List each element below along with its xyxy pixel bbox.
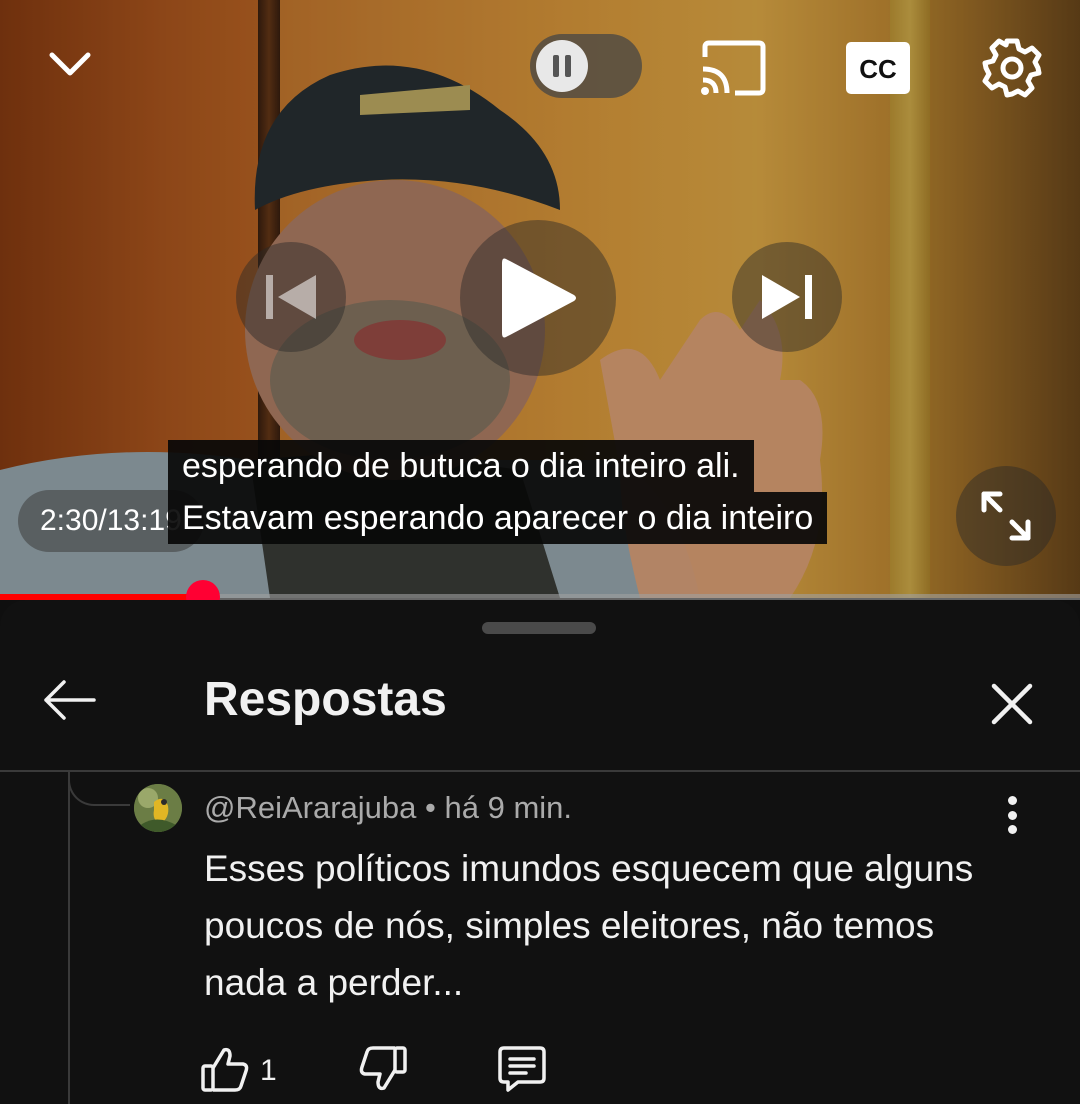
autoplay-toggle[interactable] [530,34,642,98]
captions-overlay: esperando de butuca o dia inteiro ali. E… [168,440,828,544]
meta-separator: • [416,790,445,825]
arrow-left-icon [44,680,96,720]
comment-meta: @ReiArarajuba • há 9 min. [204,790,572,826]
comment-time: há 9 min. [444,790,573,825]
play-icon [502,258,576,338]
close-icon [991,683,1033,725]
comment-text: Esses políticos imundos esquecem que alg… [204,848,974,1003]
thumbs-down-icon [359,1046,407,1091]
next-button[interactable] [732,242,842,352]
caption-line: esperando de butuca o dia inteiro ali. [168,440,754,492]
avatar[interactable] [134,784,182,832]
gear-icon [982,38,1042,98]
replies-panel: Respostas @ReiArarajuba • há 9 min. Esse… [0,600,1080,1104]
thread-connector [68,772,130,806]
fullscreen-icon [981,491,1031,541]
more-vertical-icon [1007,796,1017,834]
settings-button[interactable] [978,34,1046,102]
thread-line [68,772,70,1104]
like-button[interactable] [200,1044,250,1096]
thumbs-up-icon [201,1047,249,1092]
reply-button[interactable] [496,1044,548,1096]
fullscreen-button[interactable] [956,466,1056,566]
avatar-image [134,784,182,832]
play-button[interactable] [460,220,616,376]
toggle-knob [536,40,588,92]
pause-icon [553,55,571,77]
captions-button[interactable]: CC [846,42,910,94]
chevron-down-icon [49,52,91,76]
back-button[interactable] [36,670,102,730]
like-count: 1 [260,1054,277,1087]
drag-handle[interactable] [482,622,596,634]
close-button[interactable] [982,674,1042,734]
previous-button[interactable] [236,242,346,352]
header-divider [0,770,1080,772]
skip-next-icon [762,275,812,319]
panel-title: Respostas [204,673,447,726]
cast-button[interactable] [694,36,770,100]
video-player[interactable]: CC 2:30 / 13:19 esperando de butuca o di… [0,0,1080,598]
collapse-button[interactable] [38,36,102,92]
current-time: 2:30 [40,504,99,537]
caption-line: Estavam esperando aparecer o dia inteiro [168,492,828,544]
skip-previous-icon [266,275,316,319]
comment-icon [498,1046,546,1092]
comment-menu-button[interactable] [992,796,1032,844]
dislike-button[interactable] [358,1044,408,1096]
cast-icon [701,40,766,96]
cc-icon: CC [846,42,910,94]
comment-author[interactable]: @ReiArarajuba [204,790,416,825]
svg-text:CC: CC [859,54,897,84]
time-separator: / [98,504,107,537]
